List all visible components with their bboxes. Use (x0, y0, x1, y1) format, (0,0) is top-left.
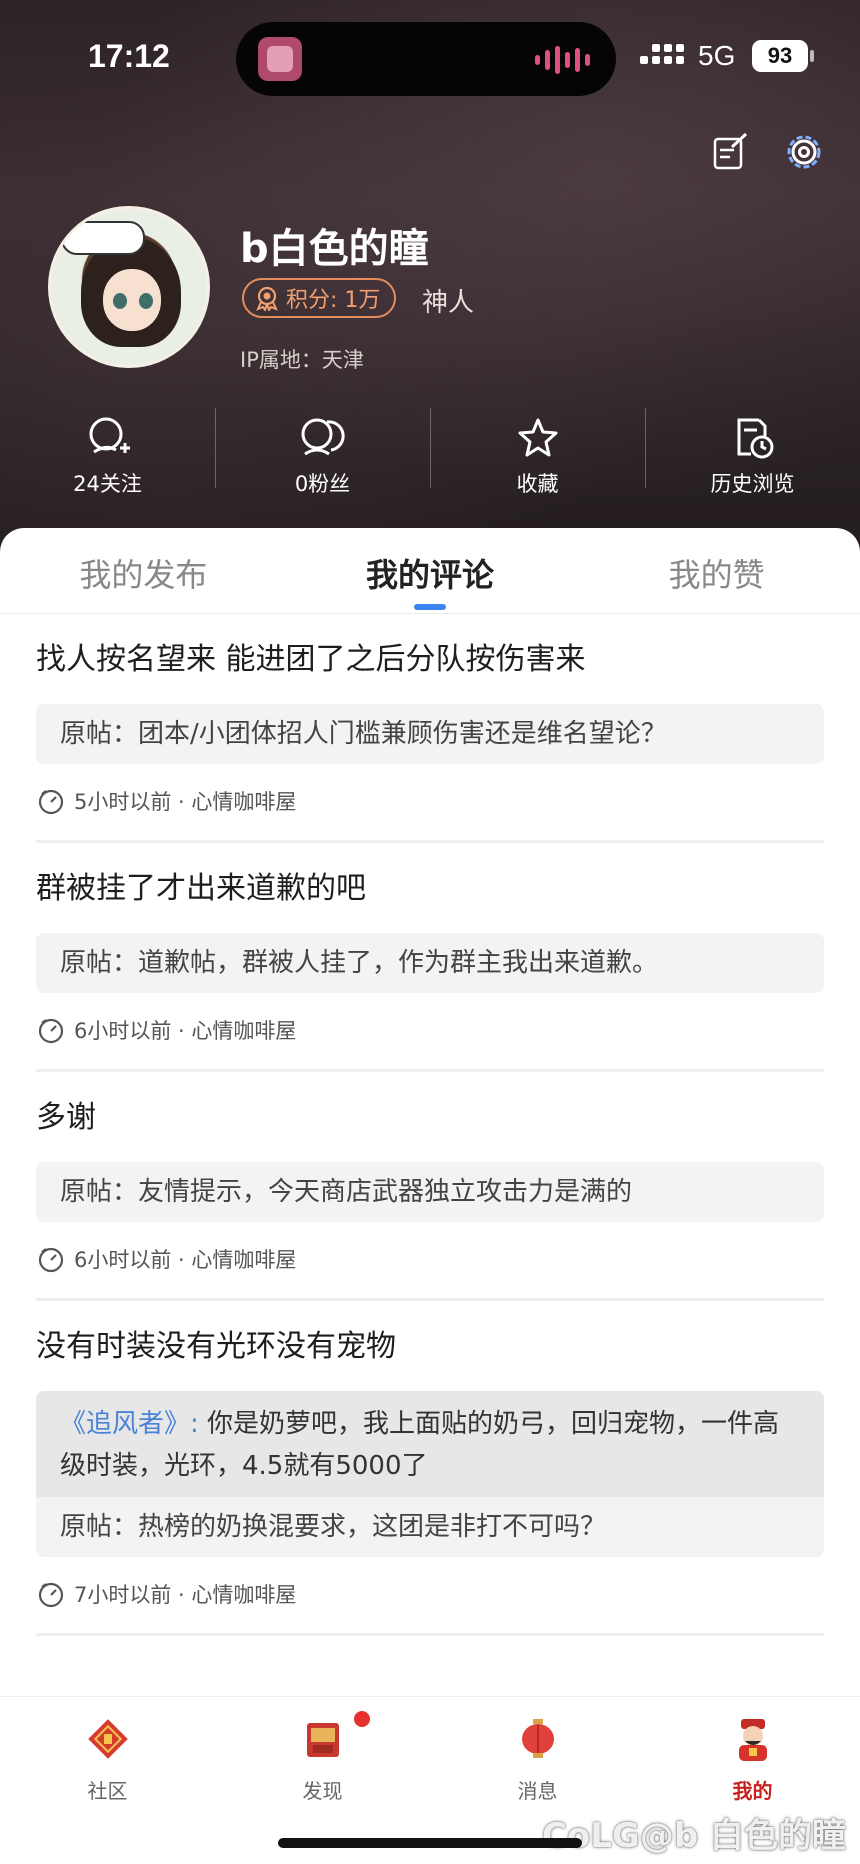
points-badge[interactable]: 积分: 1万 (242, 278, 397, 318)
comment-meta: 6小时以前 · 心情咖啡屋 (36, 993, 824, 1069)
comment-meta-text: 6小时以前 · 心情咖啡屋 (74, 1248, 297, 1272)
comment-meta: 5小时以前 · 心情咖啡屋 (36, 764, 824, 840)
nav-community-label: 社区 (87, 1779, 128, 1803)
stat-favorites[interactable]: 收藏 (430, 408, 645, 508)
original-post-box[interactable]: 原帖：友情提示，今天商店武器独立攻击力是满的 (36, 1162, 824, 1222)
status-bar: 17:12 5G 93 (0, 0, 860, 110)
stat-history[interactable]: 历史浏览 (645, 408, 860, 508)
battery-indicator: 93 (752, 40, 808, 72)
clock-icon (38, 789, 64, 815)
history-icon (737, 418, 773, 459)
comment-list: 找人按名望来 能进团了之后分队按伤害来 原帖：团本/小团体招人门槛兼顾伤害还是维… (36, 638, 824, 1660)
watermark: CoLG@b 白色的瞳 (541, 1816, 846, 1856)
profile-tabs: 我的发布 我的评论 我的赞 (0, 528, 860, 614)
medal-icon (256, 286, 278, 311)
comment-item[interactable]: 没有时装没有光环没有宠物 《追风者》: 你是奶萝吧，我上面贴的奶弓，回归宠物，一… (36, 1325, 824, 1636)
original-post-text: 原帖：团本/小团体招人门槛兼顾伤害还是维名望论？ (60, 719, 667, 749)
nav-me-label: 我的 (732, 1779, 773, 1803)
discover-icon (306, 1723, 339, 1757)
stat-followers-label: 0粉丝 (294, 472, 351, 496)
stat-history-label: 历史浏览 (710, 472, 795, 496)
mascot-icon (738, 1719, 767, 1761)
stat-following-label: 24关注 (73, 472, 142, 496)
nav-messages-label: 消息 (517, 1779, 558, 1803)
comment-meta-text: 7小时以前 · 心情咖啡屋 (74, 1583, 297, 1607)
tab-my-comments[interactable]: 我的评论 (287, 528, 574, 613)
lantern-icon (521, 1719, 554, 1758)
avatar-eye (139, 293, 153, 309)
notification-badge (354, 1711, 370, 1727)
avatar-eye (113, 293, 127, 309)
nav-community[interactable]: 社区 (0, 1697, 215, 1864)
quoted-reply-author[interactable]: 《追风者》: (60, 1409, 199, 1439)
avatar-speech-bubble (61, 221, 145, 255)
fu-icon (87, 1719, 128, 1759)
comment-text: 多谢 (36, 1100, 96, 1135)
avatar[interactable] (48, 206, 210, 368)
original-post-box[interactable]: 《追风者》: 你是奶萝吧，我上面贴的奶弓，回归宠物，一件高级时装，光环，4.5就… (36, 1391, 824, 1557)
gear-icon (787, 135, 821, 169)
comment-meta-text: 5小时以前 · 心情咖啡屋 (74, 790, 297, 814)
tab-my-likes[interactable]: 我的赞 (573, 528, 860, 613)
comment-item[interactable]: 群被挂了才出来道歉的吧 原帖：道歉帖，群被人挂了，作为群主我出来道歉。 6小时以… (36, 867, 824, 1072)
comment-text: 没有时装没有光环没有宠物 (36, 1329, 396, 1364)
points-label: 积分: 1万 (286, 288, 381, 313)
star-icon (518, 418, 557, 457)
profile-stats: 24关注 0粉丝 收藏 历史浏览 (0, 408, 860, 508)
original-post-box[interactable]: 原帖：道歉帖，群被人挂了，作为群主我出来道歉。 (36, 933, 824, 993)
now-playing-app-icon (258, 37, 302, 81)
clock-icon (38, 1582, 64, 1608)
status-time: 17:12 (88, 38, 170, 74)
stat-followers[interactable]: 0粉丝 (215, 408, 430, 508)
comment-item[interactable]: 找人按名望来 能进团了之后分队按伤害来 原帖：团本/小团体招人门槛兼顾伤害还是维… (36, 638, 824, 843)
battery-tip (810, 50, 814, 62)
comment-meta: 7小时以前 · 心情咖啡屋 (36, 1557, 824, 1633)
clock-icon (38, 1247, 64, 1273)
edit-icon (713, 132, 748, 170)
stat-following[interactable]: 24关注 (0, 408, 215, 508)
quoted-reply: 《追风者》: 你是奶萝吧，我上面贴的奶弓，回归宠物，一件高级时装，光环，4.5就… (36, 1391, 824, 1497)
network-type: 5G (698, 40, 736, 71)
content-sheet: 我的发布 我的评论 我的赞 找人按名望来 能进团了之后分队按伤害来 原帖：团本/… (0, 528, 860, 1698)
audio-wave-icon (535, 46, 590, 74)
rank-title: 神人 (422, 288, 475, 318)
dynamic-island (236, 22, 616, 96)
original-post-text: 原帖：道歉帖，群被人挂了，作为群主我出来道歉。 (60, 948, 659, 978)
nav-discover-label: 发现 (302, 1779, 343, 1803)
cellular-signal-icon (640, 44, 684, 64)
comment-text: 群被挂了才出来道歉的吧 (36, 871, 366, 906)
header-actions (708, 130, 826, 174)
home-indicator[interactable] (278, 1838, 582, 1848)
edit-profile-button[interactable] (708, 130, 752, 174)
tab-my-posts[interactable]: 我的发布 (0, 528, 287, 613)
comment-meta: 6小时以前 · 心情咖啡屋 (36, 1222, 824, 1298)
clock-icon (38, 1018, 64, 1044)
ip-location: IP属地：天津 (240, 348, 364, 372)
comment-meta-text: 6小时以前 · 心情咖啡屋 (74, 1019, 297, 1043)
stat-favorites-label: 收藏 (516, 472, 559, 496)
settings-button[interactable] (782, 130, 826, 174)
user-add-icon (89, 417, 130, 454)
comment-text: 找人按名望来 能进团了之后分队按伤害来 (36, 642, 586, 677)
username: b白色的瞳 (240, 226, 429, 272)
comment-item[interactable]: 多谢 原帖：友情提示，今天商店武器独立攻击力是满的 6小时以前 · 心情咖啡屋 (36, 1096, 824, 1301)
users-icon (301, 418, 345, 456)
original-post-text: 原帖：友情提示，今天商店武器独立攻击力是满的 (60, 1177, 633, 1207)
original-post-text: 原帖：热榜的奶换混要求，这团是非打不可吗？ (60, 1512, 607, 1542)
original-post-box[interactable]: 原帖：团本/小团体招人门槛兼顾伤害还是维名望论？ (36, 704, 824, 764)
